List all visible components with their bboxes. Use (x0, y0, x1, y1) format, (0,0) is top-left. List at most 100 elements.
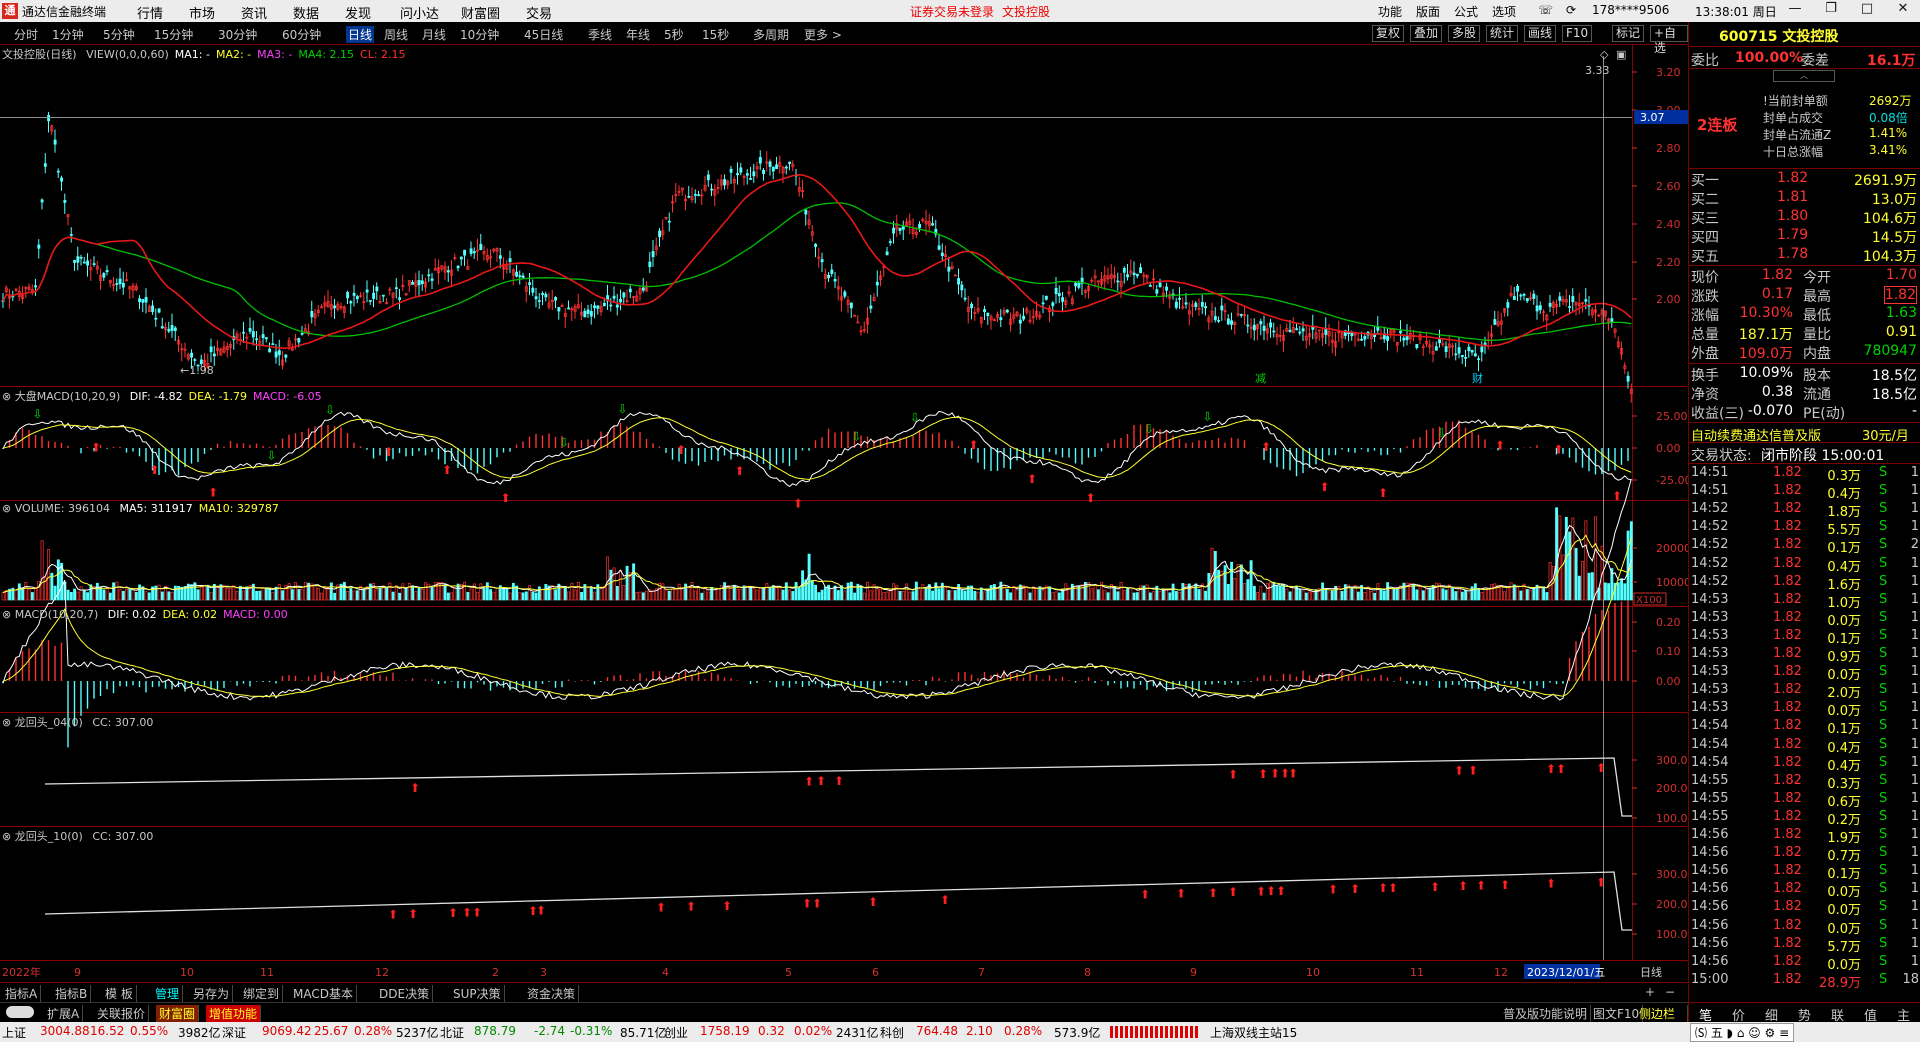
period-6[interactable]: 日线 (346, 26, 375, 43)
titlebar-menu-3[interactable]: 选项 (1492, 3, 1516, 20)
tick-row[interactable]: 14:54 1.82 0.4万 S 1 (1689, 755, 1920, 774)
ime-indicator[interactable]: 🄢 五 ◗ ⌂ ☺ ⚙ ≡ (1690, 1023, 1795, 1042)
tick-row[interactable]: 14:52 1.82 1.6万 S 1 (1689, 574, 1920, 593)
tick-row[interactable]: 14:56 1.82 0.0万 S 1 (1689, 881, 1920, 900)
panel-close-icon[interactable]: ⊗ (2, 716, 11, 729)
tick-row[interactable]: 14:55 1.82 0.2万 S 1 (1689, 809, 1920, 828)
panel-close-icon[interactable]: ⊗ (2, 502, 11, 515)
menu-7[interactable]: 交易 (526, 3, 552, 22)
macd2-panel-title[interactable]: ⊗ MACD(10,20,7) DIF: 0.02 DEA: 0.02 MACD: … (2, 608, 288, 621)
indicator-tab-8[interactable]: SUP决策 (450, 985, 505, 1002)
indicator-tab-2[interactable]: 模 板 (102, 985, 137, 1002)
server-label[interactable]: 上海双线主站15 (1210, 1024, 1297, 1041)
tick-row[interactable]: 14:53 1.82 0.0万 S 1 (1689, 610, 1920, 629)
tick-list[interactable]: 14:51 1.82 0.3万 S 1 14:51 1.82 0.4万 S 1 14:52 1.82 1… (1689, 463, 1920, 991)
indicator-tab-0[interactable]: 指标A (2, 985, 42, 1002)
macd-panel-title[interactable]: ⊗ 大盘MACD(10,20,9) DIF: -4.82 DEA: -1.79 MA… (2, 388, 322, 404)
titlebar-menu-2[interactable]: 公式 (1454, 3, 1478, 20)
toolbar-btn-2[interactable]: 多股 (1448, 25, 1481, 42)
stock-code-name[interactable]: 600715 文投控股 (1719, 26, 1838, 46)
diamond-icon[interactable]: ◇ (1600, 48, 1608, 61)
period-16[interactable]: 更多 > (804, 26, 842, 43)
ext-right-tab-0[interactable]: 普及版功能说明 (1500, 1005, 1592, 1022)
titlebar-menu-1[interactable]: 版面 (1416, 3, 1440, 20)
phone-icon[interactable]: ☏ (1538, 3, 1553, 17)
trade-login-alert[interactable]: 证券交易未登录 (910, 3, 994, 20)
tick-row[interactable]: 14:52 1.82 0.1万 S 2 (1689, 537, 1920, 556)
period-15[interactable]: 多周期 (753, 26, 789, 43)
period-9[interactable]: 10分钟 (460, 26, 499, 43)
refresh-icon[interactable]: ⟳ (1566, 3, 1576, 17)
menu-6[interactable]: 财富圈 (461, 3, 500, 22)
alert-stock-link[interactable]: 文投控股 (1002, 3, 1050, 20)
period-5[interactable]: 60分钟 (282, 26, 321, 43)
minimize-window-icon[interactable]: — (1782, 1, 1808, 21)
toggle-switch[interactable] (6, 1006, 34, 1018)
indicator-tab-3[interactable]: 管理 (152, 985, 184, 1002)
toolbar-btn-4[interactable]: 画线 (1524, 25, 1557, 42)
tick-row[interactable]: 14:55 1.82 0.3万 S 1 (1689, 773, 1920, 792)
remove-tab-icon[interactable]: − (1662, 985, 1678, 999)
menu-0[interactable]: 行情 (137, 3, 163, 22)
indicator-tab-9[interactable]: 资金决策 (524, 985, 580, 1002)
period-1[interactable]: 1分钟 (52, 26, 84, 43)
lock-icon[interactable]: ▣ (1616, 48, 1626, 61)
collapse-chevron-icon[interactable]: ︿ (1773, 70, 1835, 82)
tick-row[interactable]: 14:52 1.82 0.4万 S 1 (1689, 556, 1920, 575)
tick-row[interactable]: 14:56 1.82 0.1万 S 1 (1689, 863, 1920, 882)
panel-close-icon[interactable]: ⊗ (2, 830, 11, 843)
tick-row[interactable]: 14:56 1.82 5.7万 S 1 (1689, 936, 1920, 955)
tick-row[interactable]: 14:52 1.82 5.5万 S 1 (1689, 519, 1920, 538)
volume-panel-title[interactable]: ⊗ VOLUME: 396104 MA5: 311917 MA10: 329787 (2, 502, 279, 515)
period-12[interactable]: 年线 (626, 26, 650, 43)
add-tab-icon[interactable]: + (1642, 985, 1658, 999)
period-10[interactable]: 45日线 (524, 26, 563, 43)
mark-reduce[interactable]: 减 (1255, 372, 1266, 385)
tick-row[interactable]: 14:53 1.82 0.1万 S 1 (1689, 628, 1920, 647)
panel-close-icon[interactable]: ⊗ (2, 608, 11, 621)
maximize-window-icon[interactable]: □ (1854, 1, 1880, 21)
period-8[interactable]: 月线 (422, 26, 446, 43)
toolbar-btn-5[interactable]: F10 (1562, 25, 1593, 42)
lh1-panel-title[interactable]: ⊗ 龙回头_04(0) CC: 307.00 (2, 714, 153, 730)
toolbar-btn-1[interactable]: 叠加 (1410, 25, 1443, 42)
period-2[interactable]: 5分钟 (103, 26, 135, 43)
tick-row[interactable]: 14:52 1.82 1.8万 S 1 (1689, 501, 1920, 520)
tick-row[interactable]: 14:54 1.82 0.4万 S 1 (1689, 737, 1920, 756)
promo-row[interactable]: 自动续费通达信普及版 30元/月 (1689, 422, 1920, 444)
menu-3[interactable]: 数据 (293, 3, 319, 22)
tick-row[interactable]: 14:54 1.82 0.1万 S 1 (1689, 718, 1920, 737)
tick-row[interactable]: 14:51 1.82 0.3万 S 1 (1689, 465, 1920, 484)
toolbar-btn-3[interactable]: 统计 (1486, 25, 1519, 42)
indicator-tab-1[interactable]: 指标B (52, 985, 92, 1002)
tick-row[interactable]: 14:53 1.82 1.0万 S 1 (1689, 592, 1920, 611)
indicator-tab-4[interactable]: 另存为 (190, 985, 234, 1002)
ext-tab-1[interactable]: 关联报价 (94, 1005, 150, 1022)
mark-finance[interactable]: 财 (1472, 371, 1483, 385)
restore-window-icon[interactable]: ❐ (1818, 1, 1844, 21)
tick-row[interactable]: 14:53 1.82 2.0万 S 1 (1689, 682, 1920, 701)
menu-2[interactable]: 资讯 (241, 3, 267, 22)
indicator-tab-5[interactable]: 绑定到 (240, 985, 284, 1002)
toolbar-btn-6[interactable]: 标记 (1612, 25, 1645, 42)
tick-row[interactable]: 14:53 1.82 0.9万 S 1 (1689, 646, 1920, 665)
ext-tab-2[interactable]: 财富圈 (156, 1005, 200, 1022)
account-label[interactable]: 178****9506 (1592, 3, 1669, 17)
tick-row[interactable]: 14:53 1.82 0.0万 S 1 (1689, 700, 1920, 719)
menu-4[interactable]: 发现 (345, 3, 371, 22)
tick-row[interactable]: 14:53 1.82 0.0万 S 1 (1689, 664, 1920, 683)
period-7[interactable]: 周线 (384, 26, 408, 43)
menu-1[interactable]: 市场 (189, 3, 215, 22)
toolbar-btn-0[interactable]: 复权 (1372, 25, 1405, 42)
period-11[interactable]: 季线 (588, 26, 612, 43)
lh2-panel-title[interactable]: ⊗ 龙回头_10(0) CC: 307.00 (2, 828, 153, 844)
tick-row[interactable]: 14:56 1.82 0.0万 S 1 (1689, 918, 1920, 937)
period-14[interactable]: 15秒 (702, 26, 729, 43)
titlebar-menu-0[interactable]: 功能 (1378, 3, 1402, 20)
tick-row[interactable]: 14:56 1.82 0.0万 S 1 (1689, 954, 1920, 973)
kline-chart-area[interactable]: 3.203.002.802.602.402.202.003.073.33←1.9… (0, 44, 1691, 982)
indicator-tab-7[interactable]: DDE决策 (376, 985, 434, 1002)
toolbar-btn-7[interactable]: +自选 (1650, 25, 1688, 55)
panel-close-icon[interactable]: ⊗ (2, 390, 11, 403)
indicator-tab-6[interactable]: MACD基本 (290, 985, 357, 1002)
